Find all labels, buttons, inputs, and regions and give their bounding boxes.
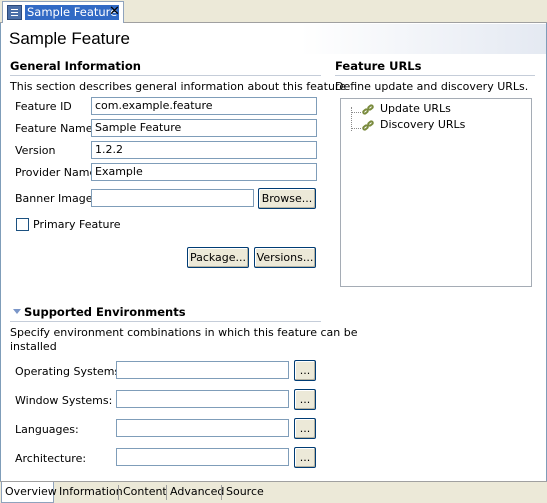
tab-separator: [118, 485, 119, 500]
general-section-description: This section describes general informati…: [10, 80, 346, 93]
collapse-twisty-icon[interactable]: [13, 309, 21, 314]
page-title: Sample Feature: [9, 29, 130, 48]
languages-field[interactable]: [116, 419, 289, 437]
environments-description-line2: installed: [10, 340, 57, 353]
page-tab-bar: Overview Information Content Advanced So…: [0, 481, 547, 503]
window-systems-browse-button[interactable]: ...: [294, 389, 316, 410]
tab-overview[interactable]: Overview: [1, 482, 57, 503]
tree-connector: [351, 128, 361, 129]
section-divider: [10, 321, 321, 322]
architecture-browse-button[interactable]: ...: [294, 447, 316, 468]
tree-connector: [351, 112, 361, 113]
url-icon: [361, 103, 376, 118]
tree-item-update-urls[interactable]: Update URLs: [380, 102, 451, 115]
feature-id-label: Feature ID: [15, 100, 72, 113]
window-systems-label: Window Systems:: [15, 394, 113, 407]
version-field[interactable]: 1.2.2: [91, 141, 317, 159]
window-systems-field[interactable]: [116, 390, 289, 408]
editor-tab-label: Sample Feature: [25, 5, 120, 20]
section-divider: [335, 75, 535, 76]
operating-systems-field[interactable]: [116, 361, 289, 379]
section-divider: [10, 75, 321, 76]
banner-image-field[interactable]: [91, 189, 254, 207]
version-label: Version: [15, 144, 56, 157]
feature-icon: [7, 5, 22, 20]
primary-feature-label: Primary Feature: [33, 218, 121, 231]
primary-feature-checkbox[interactable]: [16, 218, 29, 231]
editor-tab[interactable]: Sample Feature ✕: [2, 1, 124, 23]
tab-content[interactable]: Content: [120, 482, 170, 503]
tab-advanced[interactable]: Advanced: [167, 482, 227, 503]
feature-name-field[interactable]: Sample Feature: [91, 119, 317, 137]
architecture-field[interactable]: [116, 448, 289, 466]
urls-section-title: Feature URLs: [335, 59, 422, 73]
general-section-title: General Information: [10, 59, 141, 73]
tab-separator: [221, 485, 222, 500]
provider-name-field[interactable]: Example: [91, 163, 317, 181]
provider-name-label: Provider Name: [15, 166, 97, 179]
banner-image-label: Banner Image: [15, 192, 93, 205]
package-button[interactable]: Package...: [187, 247, 249, 268]
urls-section-description: Define update and discovery URLs.: [335, 80, 529, 93]
versions-button[interactable]: Versions...: [254, 247, 316, 268]
languages-label: Languages:: [15, 423, 79, 436]
languages-browse-button[interactable]: ...: [294, 418, 316, 439]
tree-item-discovery-urls[interactable]: Discovery URLs: [380, 118, 465, 131]
architecture-label: Architecture:: [15, 452, 87, 465]
environments-section-title[interactable]: Supported Environments: [24, 305, 186, 319]
close-icon[interactable]: ✕: [109, 4, 120, 20]
operating-systems-label: Operating Systems:: [15, 365, 124, 378]
feature-name-label: Feature Name: [15, 122, 93, 135]
environments-description-line1: Specify environment combinations in whic…: [10, 326, 358, 339]
urls-tree[interactable]: Update URLs Discovery URLs: [340, 98, 532, 287]
browse-button[interactable]: Browse...: [258, 188, 316, 209]
editor-tab-strip: Sample Feature ✕: [0, 0, 547, 23]
tab-information[interactable]: Information: [56, 482, 126, 503]
url-icon: [361, 119, 376, 134]
operating-systems-browse-button[interactable]: ...: [294, 360, 316, 381]
feature-id-field[interactable]: com.example.feature: [91, 97, 317, 115]
tab-source[interactable]: Source: [223, 482, 267, 503]
